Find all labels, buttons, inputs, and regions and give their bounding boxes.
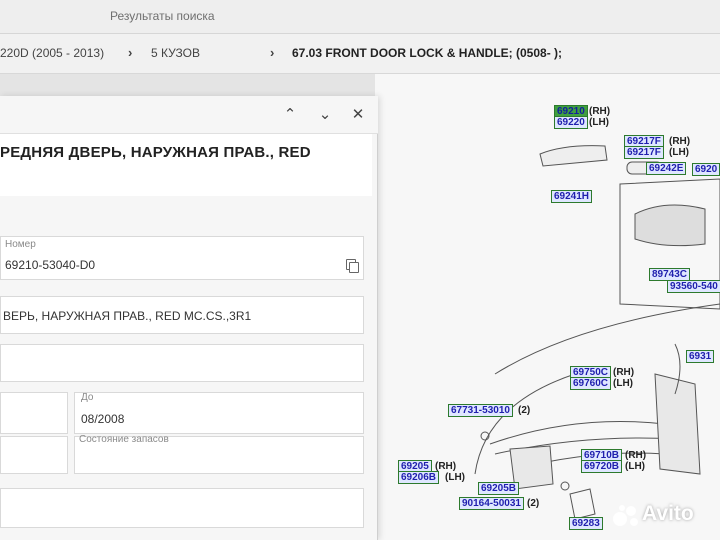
empty-field-bottom[interactable] — [0, 488, 364, 528]
part-code[interactable]: 69760C — [570, 377, 612, 390]
search-results-bar: Результаты поиска — [0, 0, 720, 34]
stock-state-label: Состояние запасов — [79, 434, 169, 445]
breadcrumb-section[interactable]: 67.03 FRONT DOOR LOCK & HANDLE; (0508- )… — [292, 46, 562, 60]
panel-header: ⌃ ⌄ ✕ — [0, 96, 378, 134]
part-side: (LH) — [669, 147, 689, 158]
part-side: (LH) — [445, 472, 465, 483]
date-to-label: До — [81, 392, 94, 403]
part-code[interactable]: 69205B — [478, 482, 520, 495]
avito-watermark-text: Avito — [642, 502, 694, 525]
part-side: (RH) — [589, 106, 611, 117]
part-code[interactable]: 90164-50031 — [459, 497, 524, 510]
part-code[interactable]: 6920 — [692, 163, 720, 176]
chevron-right-icon: › — [270, 45, 275, 60]
chevron-right-icon: › — [128, 45, 133, 60]
part-code[interactable]: 69242E — [646, 162, 687, 175]
part-details-panel: ⌃ ⌄ ✕ РЕДНЯЯ ДВЕРЬ, НАРУЖНАЯ ПРАВ., RED … — [0, 96, 378, 540]
close-icon[interactable]: ✕ — [345, 104, 371, 126]
part-side: (RH) — [669, 136, 691, 147]
copy-icon[interactable] — [346, 259, 359, 273]
breadcrumb-model[interactable]: 220D (2005 - 2013) — [0, 46, 104, 60]
stock-left-field[interactable] — [0, 436, 68, 474]
date-from-field[interactable] — [0, 392, 68, 434]
part-code[interactable]: 69241H — [551, 190, 593, 203]
part-side: (LH) — [589, 117, 609, 128]
part-number-value: 69210-53040-D0 — [5, 258, 96, 272]
breadcrumb-group[interactable]: 5 КУЗОВ — [151, 46, 200, 60]
part-code[interactable]: 69217F — [624, 146, 664, 159]
part-side: (RH) — [613, 367, 635, 378]
stock-state-field[interactable]: Состояние запасов — [74, 434, 364, 474]
part-code[interactable]: 69220 — [554, 116, 588, 129]
part-side: (LH) — [625, 461, 645, 472]
part-code[interactable]: 6931 — [686, 350, 715, 363]
part-code[interactable]: 69206B — [398, 471, 440, 484]
search-results-label[interactable]: Результаты поиска — [110, 9, 215, 23]
chevron-down-icon[interactable]: ⌄ — [312, 104, 338, 126]
part-qty: (2) — [527, 498, 540, 509]
date-to-value: 08/2008 — [81, 412, 125, 426]
part-code[interactable]: 67731-53010 — [448, 404, 513, 417]
part-description-field[interactable]: ВЕРЬ, НАРУЖНАЯ ПРАВ., RED MC.CS.,3R1 — [0, 296, 364, 334]
chevron-up-icon[interactable]: ⌃ — [277, 104, 303, 126]
avito-logo-icon — [613, 505, 638, 526]
breadcrumb: 220D (2005 - 2013) › 5 КУЗОВ › 67.03 FRO… — [0, 34, 720, 74]
part-number-field[interactable]: Номер 69210-53040-D0 — [0, 236, 364, 280]
part-description-value: ВЕРЬ, НАРУЖНАЯ ПРАВ., RED MC.CS.,3R1 — [3, 309, 252, 323]
part-title-box: РЕДНЯЯ ДВЕРЬ, НАРУЖНАЯ ПРАВ., RED — [0, 134, 372, 196]
part-code[interactable]: 69720B — [581, 460, 623, 473]
date-to-field[interactable]: До 08/2008 — [74, 392, 364, 434]
empty-field[interactable] — [0, 344, 364, 382]
part-number-label: Номер — [5, 239, 36, 250]
parts-diagram[interactable]: 69210 (RH) 69220 (LH) 69217F (RH) 69217F… — [375, 74, 720, 540]
part-qty: (2) — [518, 405, 531, 416]
part-side: (LH) — [613, 378, 633, 389]
part-side: (RH) — [625, 450, 647, 461]
avito-watermark: Avito — [612, 500, 720, 530]
part-title: РЕДНЯЯ ДВЕРЬ, НАРУЖНАЯ ПРАВ., RED — [0, 144, 311, 161]
part-code[interactable]: 69283 — [569, 517, 603, 530]
part-code[interactable]: 93560-540 — [667, 280, 720, 293]
